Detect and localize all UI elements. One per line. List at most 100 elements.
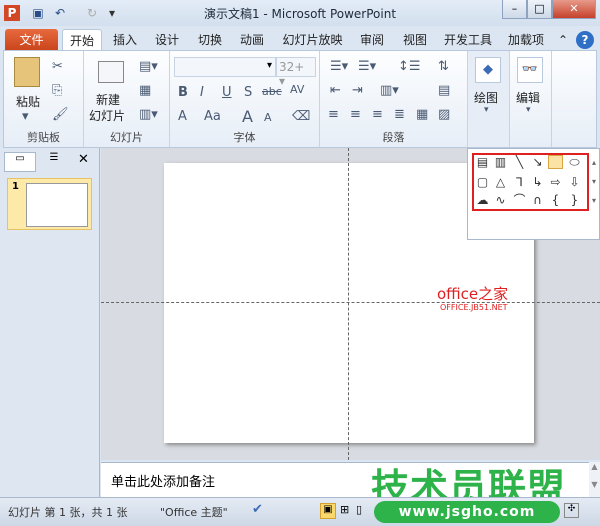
justify-icon[interactable]: ≣ — [394, 107, 405, 122]
curve-shape-icon[interactable]: ∩ — [530, 193, 545, 207]
italic-button[interactable]: I — [200, 85, 204, 100]
drawing-icon[interactable]: ◆ — [475, 57, 501, 83]
new-slide-label[interactable]: 幻灯片 — [89, 107, 125, 124]
scribble-shape-icon[interactable]: ∿ — [493, 193, 508, 207]
strikethrough-button[interactable]: abc — [262, 85, 282, 98]
elbow-connector-shape-icon[interactable]: ⅂ — [512, 175, 527, 189]
triangle-shape-icon[interactable]: △ — [493, 175, 508, 189]
line-spacing-icon[interactable]: ↕☰ — [398, 59, 421, 74]
new-slide-icon[interactable] — [98, 61, 124, 83]
slides-pane: ▭ ☰ ✕ 1 — [0, 148, 100, 497]
notes-placeholder[interactable]: 单击此处添加备注 — [111, 471, 215, 490]
font-size-select[interactable]: 32+ ▾ — [276, 57, 316, 88]
text-direction-icon[interactable]: ⇅ — [438, 59, 449, 74]
textbox-shape-icon[interactable]: ▤ — [475, 155, 490, 169]
character-spacing-button[interactable]: AV — [290, 83, 304, 96]
clear-formatting-icon[interactable]: ⌫ — [292, 109, 310, 124]
line-shape-icon[interactable]: ╲ — [512, 155, 527, 169]
tab-review[interactable]: 审阅 — [355, 29, 389, 51]
arrow-line-shape-icon[interactable]: ↘ — [530, 155, 545, 169]
maximize-button[interactable]: □ — [527, 0, 552, 19]
vertical-textbox-shape-icon[interactable]: ▥ — [493, 155, 508, 169]
tab-transitions[interactable]: 切换 — [193, 29, 227, 51]
tab-design[interactable]: 设计 — [150, 29, 184, 51]
tab-file[interactable]: 文件 — [5, 29, 58, 51]
down-arrow-shape-icon[interactable]: ⇩ — [567, 175, 582, 189]
rounded-rectangle-shape-icon[interactable]: ▢ — [475, 175, 490, 189]
tab-outline[interactable]: ☰ — [40, 152, 68, 172]
find-icon[interactable]: 👓 — [517, 57, 543, 83]
horizontal-guide[interactable] — [101, 302, 600, 303]
tab-view[interactable]: 视图 — [398, 29, 432, 51]
tab-home[interactable]: 开始 — [62, 29, 102, 51]
copy-icon[interactable]: ⎘ — [52, 83, 62, 98]
font-name-select[interactable]: ▾ — [174, 57, 276, 77]
slide-count: 幻灯片 第 1 张，共 1 张 — [8, 506, 128, 519]
new-slide-button[interactable]: 新建 — [96, 91, 120, 108]
shadow-button[interactable]: S — [244, 85, 252, 100]
right-arrow-shape-icon[interactable]: ⇨ — [548, 175, 563, 189]
drawing-button[interactable]: 绘图 — [474, 89, 498, 106]
freeform-shape-icon[interactable]: ☁ — [475, 193, 490, 207]
slide-thumbnail[interactable]: 1 — [7, 178, 92, 230]
elbow-arrow-shape-icon[interactable]: ↳ — [530, 175, 545, 189]
slide-number: 1 — [12, 181, 19, 192]
change-case-button[interactable]: Aa — [204, 109, 221, 124]
gallery-scroll[interactable]: ▴ ▾ ▾ — [589, 153, 599, 211]
rectangle-shape-icon[interactable] — [548, 155, 563, 169]
paste-button[interactable]: 粘贴 — [16, 93, 40, 110]
tab-developer[interactable]: 开发工具 — [443, 29, 493, 51]
columns-icon[interactable]: ▥▾ — [380, 83, 399, 98]
dropdown-icon[interactable]: ▾ — [22, 109, 29, 124]
numbering-icon[interactable]: ☰▾ — [358, 59, 376, 74]
section-icon[interactable]: ▥▾ — [139, 107, 158, 122]
distributed-icon[interactable]: ▦ — [416, 107, 428, 122]
bold-button[interactable]: B — [178, 85, 188, 100]
increase-indent-icon[interactable]: ⇥ — [352, 83, 363, 98]
bullets-icon[interactable]: ☰▾ — [330, 59, 348, 74]
editing-button[interactable]: 编辑 — [516, 89, 540, 106]
smartart-icon[interactable]: ▨ — [438, 107, 450, 122]
normal-view-icon[interactable]: ▣ — [320, 503, 336, 519]
right-brace-shape-icon[interactable]: } — [567, 193, 582, 207]
slide-sorter-icon[interactable]: ⊞ — [340, 503, 349, 516]
fit-to-window-icon[interactable]: ✣ — [564, 503, 579, 518]
tab-animations[interactable]: 动画 — [235, 29, 269, 51]
spelling-check-icon[interactable]: ✔ — [252, 502, 263, 517]
font-color-button[interactable]: A — [178, 109, 187, 124]
tab-slides[interactable]: ▭ — [4, 152, 36, 172]
minimize-ribbon-icon[interactable]: ⌃ — [556, 29, 570, 51]
paste-icon[interactable] — [14, 57, 40, 87]
align-text-icon[interactable]: ▤ — [438, 83, 450, 98]
close-pane-icon[interactable]: ✕ — [78, 152, 89, 167]
left-brace-shape-icon[interactable]: { — [548, 193, 563, 207]
tab-slideshow[interactable]: 幻灯片放映 — [280, 29, 345, 51]
center-icon[interactable]: ≡ — [350, 107, 361, 122]
reading-view-icon[interactable]: ▯ — [356, 503, 362, 516]
align-left-icon[interactable]: ≡ — [328, 107, 339, 122]
oval-shape-icon[interactable]: ⬭ — [567, 155, 582, 169]
grow-font-button[interactable]: A — [242, 107, 253, 126]
theme-name[interactable]: "Office 主题" — [160, 504, 228, 520]
group-label: 段落 — [382, 131, 405, 144]
cut-icon[interactable]: ✂ — [52, 59, 63, 74]
shrink-font-button[interactable]: A — [264, 111, 272, 124]
reset-icon[interactable]: ▦ — [139, 83, 151, 98]
notes-pane[interactable]: 单击此处添加备注 技术员联盟 — [101, 462, 589, 510]
dropdown-icon[interactable]: ▾ — [484, 105, 489, 115]
arc-shape-icon[interactable]: ⌒ — [512, 193, 527, 207]
decrease-indent-icon[interactable]: ⇤ — [330, 83, 341, 98]
tab-insert[interactable]: 插入 — [108, 29, 142, 51]
close-button[interactable]: ✕ — [552, 0, 596, 19]
tab-addins[interactable]: 加载项 — [506, 29, 546, 51]
align-right-icon[interactable]: ≡ — [372, 107, 383, 122]
vertical-guide[interactable] — [348, 148, 349, 460]
group-clipboard: 粘贴 ▾ ✂ ⎘ 🖌 剪贴板 — [4, 51, 84, 147]
minimize-button[interactable]: – — [502, 0, 527, 19]
dropdown-icon[interactable]: ▾ — [526, 105, 531, 115]
format-painter-icon[interactable]: 🖌 — [52, 107, 69, 122]
underline-button[interactable]: U — [222, 85, 232, 100]
notes-scrollbar[interactable]: ▲ ▼ — [589, 462, 600, 497]
layout-icon[interactable]: ▤▾ — [139, 59, 158, 74]
help-icon[interactable]: ? — [576, 31, 594, 49]
